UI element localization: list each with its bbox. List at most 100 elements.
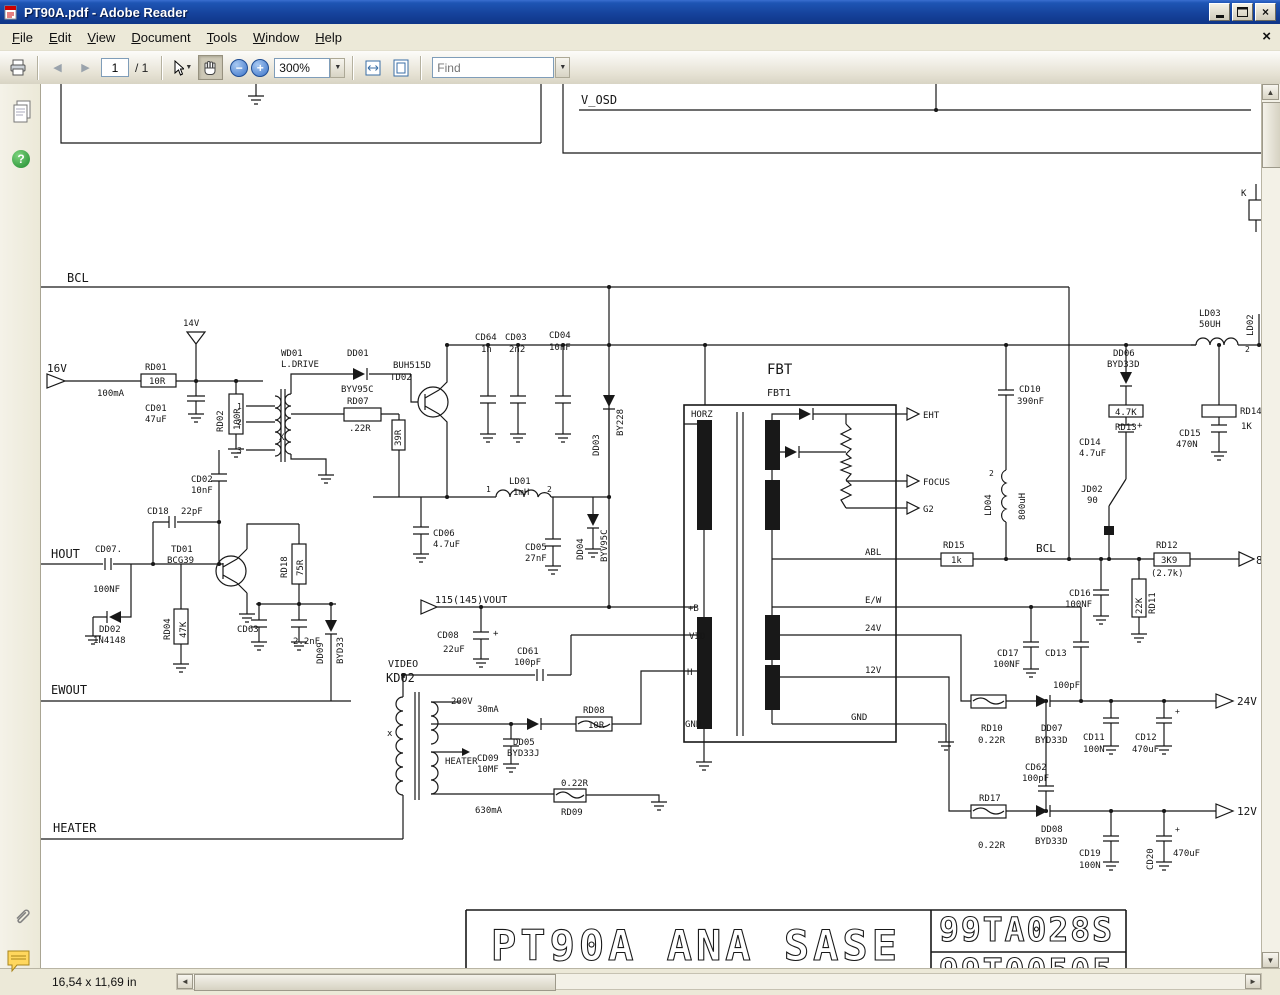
back-arrow-icon: ◀ [53,62,62,74]
schematic-label: CD61 [517,647,539,657]
schematic-label: RD14 [1240,407,1262,417]
schematic-label: 10nF [549,343,571,353]
comments-panel-icon[interactable] [6,948,34,979]
schematic-label: RD12 [1156,541,1178,551]
vertical-scrollbar[interactable]: ▲ ▼ [1261,84,1280,968]
menu-item-help[interactable]: Help [307,26,350,49]
help-icon[interactable]: ? [12,150,30,168]
maximize-button[interactable] [1232,3,1253,21]
horizontal-scrollbar[interactable]: ◄ ► [176,973,1262,991]
print-button[interactable] [5,55,30,80]
schematic-label: 10R [149,377,166,387]
select-tool-button[interactable]: ▼ [169,55,195,80]
schematic-label: BYV95C [341,385,374,395]
schematic-label: 1 [237,402,242,411]
find-input[interactable] [432,57,555,78]
previous-page-button[interactable]: ◀ [45,55,70,80]
schematic-label: 1K [1241,422,1252,432]
schematic-label: 14V [183,319,200,329]
schematic-label: L.DRIVE [281,360,319,370]
menu-item-view[interactable]: View [79,26,123,49]
menu-item-file[interactable]: File [4,26,41,49]
zoom-in-button[interactable]: + [251,58,270,77]
menu-item-window[interactable]: Window [245,26,307,49]
fit-page-button[interactable] [388,55,413,80]
schematic-label: 50UH [1199,320,1221,330]
schematic-label: HEATER [53,821,97,835]
schematic-label: GND [851,713,867,723]
close-button[interactable]: × [1255,3,1276,21]
vertical-scroll-thumb[interactable] [1262,102,1280,168]
next-page-button[interactable]: ▶ [73,55,98,80]
toolbar-separator [352,55,354,80]
schematic-label: 22uF [443,645,465,655]
schematic-label: 800uH [1018,493,1028,520]
schematic-label: RD07 [347,397,369,407]
menu-item-tools[interactable]: Tools [199,26,245,49]
titleblock-name: PT90A ANA SASE [491,921,901,968]
schematic-label: 10nF [191,486,213,496]
schematic-label: DD07 [1041,724,1063,734]
scroll-down-button[interactable]: ▼ [1262,952,1279,968]
schematic-label: 2 [1245,345,1250,354]
zoom-out-button[interactable]: − [230,58,249,77]
schematic-label: TD02 [390,373,412,383]
schematic-label: 0.22R [978,841,1006,851]
horizontal-scroll-thumb[interactable] [194,974,556,991]
schematic-label: BYV95C [600,529,610,562]
scroll-left-button[interactable]: ◄ [177,974,193,989]
schematic-label: BUH515D [393,361,431,371]
scroll-up-button[interactable]: ▲ [1262,84,1279,100]
comment-bubble-icon [7,950,30,973]
toolbar-separator [161,55,163,80]
schematic-label: 90 [1087,496,1098,506]
schematic-label: BYD33D [1035,837,1068,847]
hand-icon [204,61,216,75]
down-arrow-icon: ▼ [1266,955,1275,965]
page-size-label: 16,54 x 11,69 in [52,975,137,989]
scroll-right-button[interactable]: ► [1245,974,1261,989]
schematic-label: KD02 [386,671,415,685]
attachments-panel-icon[interactable] [12,904,32,931]
schematic-label: RD08 [583,706,605,716]
schematic-label: CD12 [1135,733,1157,743]
schematic-label: ABL [865,548,881,558]
schematic-label: + [1175,825,1180,834]
schematic-label: 39R [394,429,404,446]
hand-tool-button[interactable] [198,55,224,80]
schematic-label: CD04 [549,331,571,341]
menu-items: File Edit View Document Tools Window Help [4,26,350,49]
menu-item-edit[interactable]: Edit [41,26,79,49]
pages-panel-icon[interactable] [12,100,34,129]
document-close-icon[interactable]: × [1262,28,1271,45]
schematic-labels: V_OSD K BCL 14V 16V RD01 10R 100mA CD0147uF RD02 1… [47,93,1262,871]
schematic-label: RD01 [145,363,167,373]
schematic-label: JD02 [1081,485,1103,495]
schematic-label: 100pF [1053,681,1080,691]
schematic-label: 100mA [97,389,125,399]
chevron-down-icon: ▼ [559,64,567,71]
zoom-level[interactable]: 300% [274,57,331,78]
document-area[interactable]: V_OSD K BCL 14V 16V RD01 10R 100mA CD01 47uF RD02 1… [41,84,1262,968]
schematic-label: RD02 [216,410,226,432]
fit-width-button[interactable] [360,55,385,80]
zoom-dropdown-button[interactable]: ▼ [330,57,346,78]
schematic-label: 2 [547,485,552,494]
find-dropdown-button[interactable]: ▼ [555,57,571,78]
minimize-button[interactable] [1209,3,1230,21]
schematic-label: BYD33D [1107,360,1140,370]
restore-icon [1237,7,1248,17]
sidebar: ? [0,84,41,968]
schematic-label: (2.7k) [1151,569,1184,579]
schematic-label: CD18 [147,507,169,517]
schematic-label: BY228 [616,409,626,436]
fit-page-icon [393,59,409,76]
schematic-label: DD06 [1113,349,1135,359]
up-arrow-icon: ▲ [1266,87,1275,97]
schematic-label: EHT [923,411,940,421]
page-number-input[interactable] [101,58,129,77]
menu-item-document[interactable]: Document [123,26,198,49]
schematic-label: CD15 [1179,429,1201,439]
schematic-label: HORZ [691,410,713,420]
schematic-label: LD02 [1246,314,1256,336]
